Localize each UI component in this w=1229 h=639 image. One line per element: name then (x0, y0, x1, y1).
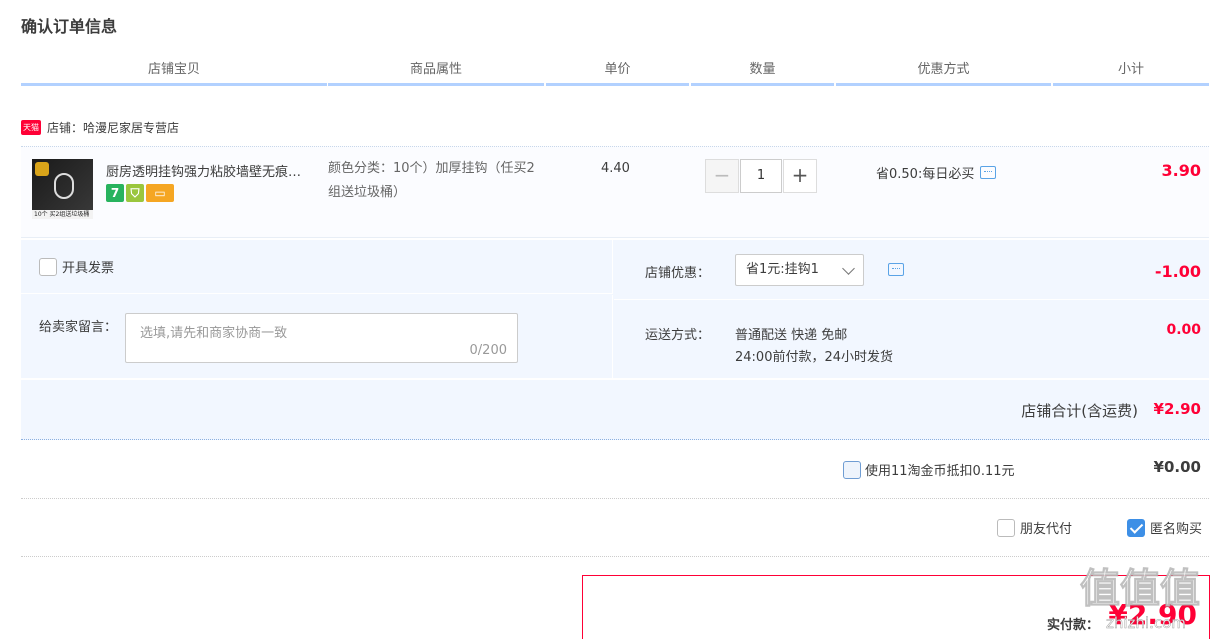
invoice-option[interactable]: 开具发票 (39, 257, 114, 276)
brand-shield-icon (35, 162, 49, 176)
product-attributes: 颜色分类：10个）加厚挂钩（任买2组送垃圾桶） (328, 161, 535, 200)
friend-pay-checkbox[interactable] (997, 518, 1015, 537)
message-icon[interactable] (980, 166, 997, 179)
memo-char-count: 0/200 (469, 343, 507, 358)
quantity-stepper: − 1 + (705, 159, 817, 193)
shop-total-label: 店铺合计(含运费) (1021, 402, 1138, 420)
invoice-checkbox[interactable] (39, 257, 57, 276)
column-header-item: 店铺宝贝 (21, 60, 327, 86)
memo-placeholder: 选填,请先和商家协商一致 (140, 326, 288, 341)
friend-pay-label: 朋友代付 (1020, 522, 1073, 537)
anonymous-purchase-option[interactable]: 匿名购买 (1127, 518, 1202, 537)
anonymous-checkbox[interactable] (1127, 518, 1145, 537)
purchase-options-row: 朋友代付 匿名购买 (21, 500, 1209, 557)
message-icon[interactable] (888, 263, 904, 276)
quantity-decrease-button[interactable]: − (705, 159, 739, 193)
coin-deduction-option[interactable]: 使用11淘金币抵扣0.11元 (843, 460, 1015, 479)
column-header-unit-price: 单价 (546, 60, 689, 86)
product-thumbnail[interactable]: 10个 买2组送垃圾桶 (32, 159, 93, 219)
payment-amount: ¥2.90 (1108, 598, 1197, 631)
anonymous-label: 匿名购买 (1150, 522, 1203, 537)
shop-name[interactable]: 店铺：哈漫尼家居专营店 (47, 119, 179, 136)
item-discount-text: 省0.50:每日必买 (876, 167, 975, 182)
shop-promo-value: 省1元:挂钩1 (746, 262, 819, 277)
page-title: 确认订单信息 (21, 17, 118, 36)
payment-summary: 实付款： ¥2.90 (582, 575, 1210, 639)
product-title-link[interactable]: 厨房透明挂钩强力粘胶墙壁无痕… (106, 161, 326, 180)
coin-label: 使用11淘金币抵扣0.11元 (865, 464, 1015, 479)
service-icons: 7 ⛉ ▭ (106, 184, 174, 202)
quantity-increase-button[interactable]: + (783, 159, 817, 193)
thumbnail-caption: 10个 买2组送垃圾桶 (32, 210, 93, 219)
hook-image (54, 173, 74, 199)
seven-day-return-icon[interactable]: 7 (106, 184, 124, 202)
column-header-quantity: 数量 (691, 60, 834, 86)
item-discount: 省0.50:每日必买 (876, 163, 997, 182)
coin-checkbox[interactable] (843, 460, 861, 479)
shop-total-amount: ¥2.90 (1153, 400, 1201, 418)
coin-deduction-row: 使用11淘金币抵扣0.11元 ¥0.00 (21, 441, 1209, 499)
credit-card-icon[interactable]: ▭ (146, 184, 174, 202)
shop-promo-select[interactable]: 省1元:挂钩1 (735, 254, 864, 286)
chevron-down-icon (842, 262, 855, 275)
coin-amount: ¥0.00 (1153, 458, 1201, 476)
shipping-label: 运送方式： (645, 328, 711, 343)
shipping-amount: 0.00 (1166, 322, 1201, 338)
shipping-time: 24:00前付款，24小时发货 (735, 350, 894, 365)
order-item-row: 10个 买2组送垃圾桶 厨房透明挂钩强力粘胶墙壁无痕… 7 ⛉ ▭ 颜色分类：1… (21, 146, 1209, 238)
memo-textarea[interactable]: 选填,请先和商家协商一致 0/200 (125, 313, 518, 363)
payment-label: 实付款： (1047, 618, 1100, 633)
column-header-discount: 优惠方式 (836, 60, 1051, 86)
memo-label: 给卖家留言： (39, 320, 118, 335)
item-subtotal: 3.90 (1161, 161, 1201, 180)
tmall-badge-icon: 天猫 (21, 119, 41, 135)
invoice-label: 开具发票 (62, 261, 115, 276)
friend-pay-option[interactable]: 朋友代付 (997, 518, 1072, 537)
quantity-input[interactable]: 1 (740, 159, 782, 193)
shop-promo-amount: -1.00 (1154, 262, 1201, 281)
order-extras-panel: 开具发票 给卖家留言： 选填,请先和商家协商一致 0/200 店铺优惠： 省1元… (21, 240, 1209, 378)
shipping-method: 普通配送 快递 免邮 (735, 328, 848, 343)
column-header-attributes: 商品属性 (328, 60, 544, 86)
guarantee-icon[interactable]: ⛉ (126, 184, 144, 202)
shop-row: 天猫 店铺：哈漫尼家居专营店 (21, 116, 179, 138)
shop-promo-label: 店铺优惠： (645, 266, 711, 281)
shop-total-bar: 店铺合计(含运费) ¥2.90 (21, 380, 1209, 440)
column-header-subtotal: 小计 (1053, 60, 1209, 86)
unit-price: 4.40 (601, 161, 630, 176)
